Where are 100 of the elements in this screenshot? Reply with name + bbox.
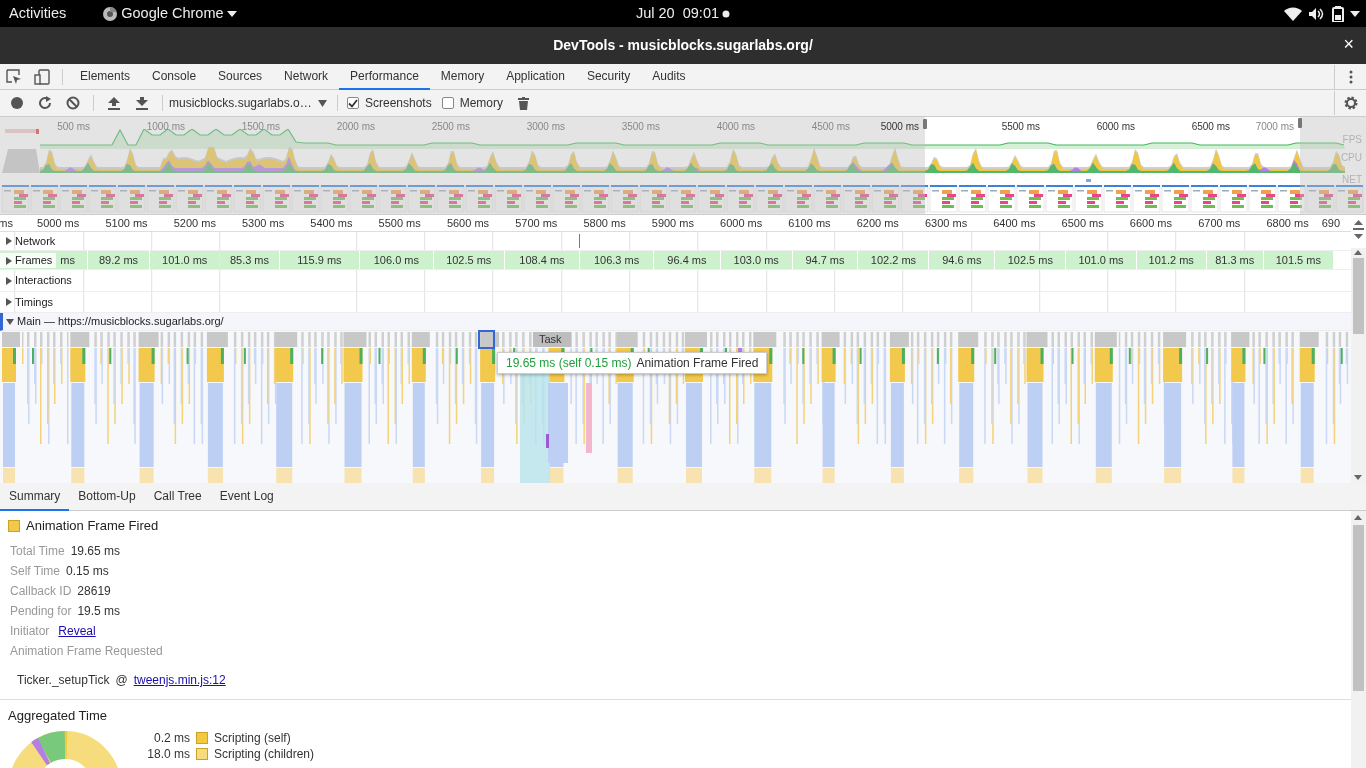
frame-block[interactable]: 101.5 ms [1263,251,1334,269]
speaker-icon [1308,6,1326,21]
overview-tick-label: 4000 ms [716,120,755,134]
chrome-icon [102,5,119,22]
frame-block[interactable]: 106.3 ms [580,251,653,269]
time-tick-label: 5900 ms [651,216,694,231]
stack-function: Ticker._setupTick [17,672,110,689]
time-tick-label: 6800 ms [1266,216,1309,231]
selection-handle[interactable] [923,119,927,129]
overview-tick-label: 5000 ms [880,120,919,134]
frame-block[interactable]: 101.2 ms [1136,251,1206,269]
detail-tab[interactable]: Event Log [210,482,283,511]
overview-tick-label: 6500 ms [1191,120,1230,134]
frame-block[interactable]: 101.0 ms [1066,251,1136,269]
frame-block[interactable]: 102.5 ms [433,251,504,269]
track-header[interactable]: Network [0,232,60,250]
detail-value: 0.15 ms [66,563,109,580]
time-tick-label: 6700 ms [1198,216,1241,231]
frame-block[interactable]: 106.0 ms [360,251,433,269]
frame-block[interactable]: 96.4 ms [653,251,720,269]
detail-label: Total Time [10,543,65,560]
selected-event-outline[interactable] [478,330,495,349]
time-tick-label: 6200 ms [856,216,899,231]
time-tick-label: 6400 ms [993,216,1036,231]
recording-select[interactable]: musicblocks.sugarlabs.o… [169,94,331,112]
scrollbar-thumb[interactable] [1353,525,1364,691]
frame-block[interactable]: 101.0 ms [150,251,220,269]
legend-label: Scripting (self) [214,729,291,747]
panel-tab[interactable]: Application [495,63,576,90]
overview-tick-label: 1500 ms [241,120,280,134]
frame-block[interactable]: 89.2 ms [88,251,150,269]
frame-block[interactable]: 102.5 ms [995,251,1066,269]
checkmark-icon [348,98,358,108]
overview-tick-label: 4500 ms [811,120,850,134]
legend-value: 18.0 ms [146,745,190,763]
time-tick-label: 5200 ms [173,216,216,231]
scroll-arrows-icon[interactable] [1353,220,1364,242]
frame-block[interactable]: 85.3 ms [220,251,279,269]
scroll-up-icon[interactable] [1354,515,1362,520]
time-tick-label: 5000 ms [37,216,80,231]
detail-value: 19.5 ms [77,603,121,620]
time-tick-label: 690 [1321,216,1340,231]
frame-block[interactable]: 102.2 ms [858,251,929,269]
checkbox[interactable] [441,97,454,109]
source-link[interactable]: tweenjs.min.js:12 [133,671,226,689]
detail-tab[interactable]: Call Tree [144,482,211,511]
frame-block[interactable]: 94.7 ms [792,251,858,269]
detail-value: 19.65 ms [70,543,121,560]
app-menu[interactable]: Google Chrome [102,2,237,25]
track-header[interactable]: Timings [0,292,58,312]
tooltip-duration: 19.65 ms (self 0.15 ms) [506,355,632,372]
aggregated-heading: Aggregated Time [7,707,108,725]
caret-icon [1350,10,1360,17]
detail-tab[interactable]: Summary [0,482,70,511]
time-tick-label: 5100 ms [105,216,148,231]
overview-tick-label: 500 ms [57,120,90,134]
detail-value: 28619 [77,583,111,600]
legend-label: Scripting (children) [214,745,315,763]
track-header[interactable]: Frames [0,253,57,268]
panel-tab[interactable]: Console [141,63,208,90]
panel-tab[interactable]: Network [273,63,340,90]
track-header[interactable]: Main — https://musicblocks.sugarlabs.org/ [3,313,228,330]
selection-handle[interactable] [1298,118,1302,128]
track-header[interactable]: Interactions [0,270,76,291]
event-title: Animation Frame Fired [26,517,159,536]
time-tick-label: 5400 ms [310,216,353,231]
frame-block[interactable]: 94.6 ms [929,251,995,269]
checkbox-label[interactable]: Memory [459,94,504,112]
clock[interactable]: Jul 20 09:01 [636,2,719,25]
panel-tab[interactable]: Audits [641,63,697,90]
time-tick-label: 6300 ms [924,216,968,231]
close-button[interactable]: × [1343,35,1354,53]
panel-tab[interactable]: Sources [207,63,274,90]
reveal-link[interactable]: Reveal [58,622,96,640]
overview-tick-label: 5500 ms [1001,120,1040,134]
vertical-scrollbar[interactable] [1351,511,1366,768]
panel-tab[interactable]: Security [575,63,642,90]
legend-value: 0.2 ms [153,729,190,747]
frame-block[interactable]: 115.9 ms [279,251,360,269]
checkbox-label[interactable]: Screenshots [365,94,432,112]
overview-tick-label: 3000 ms [526,120,565,134]
checkbox[interactable] [347,97,359,109]
frame-block[interactable]: 81.3 ms [1206,251,1263,269]
scrollbar-thumb[interactable] [1353,258,1364,334]
caret-icon [226,10,237,17]
time-tick-label: 5600 ms [446,216,490,231]
overview-tick-label: 7000 ms [1255,120,1294,134]
panel-tab[interactable]: Memory [429,63,496,90]
panel-tab[interactable]: Elements [69,63,142,90]
frame-block[interactable]: 108.4 ms [504,251,580,269]
scroll-up-icon[interactable] [1354,250,1362,255]
overview-tick-label: 2000 ms [336,120,375,134]
frame-block[interactable]: 103.0 ms [720,251,792,269]
notification-dot-icon [722,9,730,18]
activities-button[interactable]: Activities [6,2,67,25]
vertical-scrollbar[interactable] [1351,248,1366,483]
time-tick-label: 5300 ms [242,216,285,231]
detail-label: Pending for [10,603,72,620]
time-tick-label: 5700 ms [515,216,558,231]
detail-tab[interactable]: Bottom-Up [69,482,145,511]
